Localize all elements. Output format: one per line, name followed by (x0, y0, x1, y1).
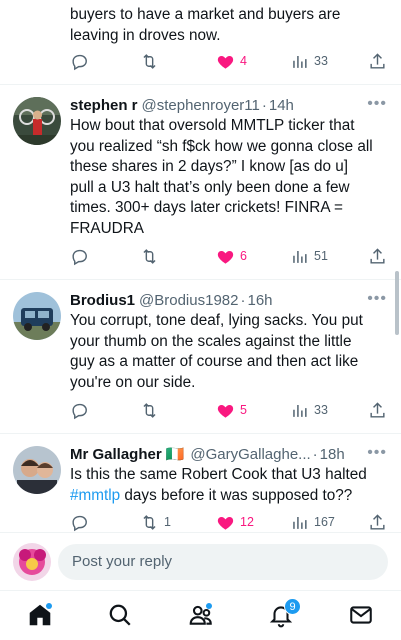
tweet-text-tail: days before it was supposed to?? (120, 486, 353, 504)
more-options-icon[interactable]: ••• (367, 290, 387, 308)
like-button[interactable]: 4 (216, 51, 247, 71)
avatar[interactable] (13, 543, 51, 581)
avatar-image (13, 543, 51, 581)
views-icon (293, 516, 307, 529)
heart-icon (217, 404, 234, 418)
unread-dot (46, 603, 52, 609)
tweet-actions: 6 51 (70, 246, 389, 266)
separator-dot: · (312, 445, 318, 463)
views-button[interactable]: 51 (290, 246, 328, 266)
like-button[interactable]: 12 (216, 512, 254, 532)
tweet-text-main: Is this the same Robert Cook that U3 hal… (70, 466, 367, 483)
timestamp[interactable]: 16h (247, 292, 272, 309)
tweet-actions: 4 33 (70, 51, 389, 71)
reply-icon (72, 54, 87, 70)
tweet-header: stephen r @stephenroyer11 · 14h (70, 95, 387, 115)
tweet-text: You corrupt, tone deaf, lying sacks. You… (70, 312, 363, 391)
reply-icon (72, 403, 87, 419)
reply-icon (72, 515, 87, 531)
share-button[interactable] (368, 246, 387, 266)
share-icon (370, 52, 385, 69)
avatar-image (13, 292, 61, 340)
timestamp[interactable]: 18h (320, 446, 345, 463)
share-icon (370, 513, 385, 530)
retweet-button[interactable]: 1 (140, 512, 171, 532)
tweet-actions: 5 33 (70, 400, 389, 420)
heart-icon (217, 250, 234, 264)
envelope-icon (350, 606, 372, 624)
nav-search[interactable] (107, 602, 133, 628)
heart-icon (217, 516, 234, 530)
avatar[interactable] (13, 97, 61, 145)
reply-button[interactable] (70, 400, 94, 420)
reply-button[interactable] (70, 246, 94, 266)
user-handle[interactable]: @GaryGallaghe... (190, 446, 310, 463)
views-icon (293, 404, 307, 417)
tweet[interactable]: Brodius1 @Brodius1982 · 16h ••• You corr… (0, 280, 401, 434)
avatar[interactable] (13, 446, 61, 494)
views-button[interactable]: 167 (290, 512, 335, 532)
tweet-text: Is this the same Robert Cook that U3 hal… (70, 465, 389, 506)
tweet-text: How bout that oversold MMTLP ticker that… (70, 117, 373, 237)
more-options-icon[interactable]: ••• (367, 444, 387, 462)
share-button[interactable] (368, 400, 387, 420)
reply-composer: Post your reply (0, 532, 401, 590)
share-icon (370, 247, 385, 264)
views-button[interactable]: 33 (290, 400, 328, 420)
views-icon (293, 250, 307, 263)
user-handle[interactable]: @stephenroyer11 (142, 97, 260, 114)
display-name[interactable]: stephen r (70, 97, 138, 114)
avatar-image (13, 97, 61, 145)
tweet-actions: 1 12 167 (70, 512, 389, 532)
reply-button[interactable] (70, 51, 94, 71)
retweet-button[interactable] (140, 400, 164, 420)
tweet-text: buyers to have a market and buyers are l… (70, 6, 341, 44)
views-button[interactable]: 33 (290, 51, 328, 71)
tweet-header: Mr Gallagher 🇮🇪 @GaryGallaghe... · 18h (70, 444, 387, 464)
user-handle[interactable]: @Brodius1982 (139, 292, 238, 309)
retweet-button[interactable] (140, 51, 164, 71)
share-button[interactable] (368, 51, 387, 71)
nav-messages[interactable] (348, 602, 374, 628)
views-icon (293, 55, 307, 68)
retweet-icon (143, 402, 156, 418)
separator-dot: · (240, 291, 246, 309)
like-button[interactable]: 6 (216, 246, 247, 266)
retweet-button[interactable] (140, 246, 164, 266)
notification-badge: 9 (284, 598, 301, 615)
like-button[interactable]: 5 (216, 400, 247, 420)
scrollbar[interactable] (395, 271, 399, 335)
reply-icon (72, 249, 87, 265)
timestamp[interactable]: 14h (269, 97, 294, 114)
reply-button[interactable] (70, 512, 94, 532)
avatar[interactable] (13, 292, 61, 340)
share-icon (370, 401, 385, 418)
share-button[interactable] (368, 512, 387, 532)
tweet[interactable]: buyers to have a market and buyers are l… (0, 0, 401, 85)
heart-icon (217, 55, 234, 69)
retweet-icon (143, 514, 156, 530)
bottom-navigation: 9 (0, 590, 401, 640)
search-icon (109, 604, 131, 626)
tweet[interactable]: Mr Gallagher 🇮🇪 @GaryGallaghe... · 18h •… (0, 434, 401, 534)
more-options-icon[interactable]: ••• (367, 95, 387, 113)
tweet[interactable]: stephen r @stephenroyer11 · 14h ••• How … (0, 85, 401, 280)
flag-ireland-icon: 🇮🇪 (165, 446, 185, 463)
hashtag-link[interactable]: #mmtlp (70, 487, 120, 504)
reply-input[interactable]: Post your reply (58, 544, 388, 580)
display-name[interactable]: Mr Gallagher (70, 446, 162, 463)
display-name[interactable]: Brodius1 (70, 292, 135, 309)
retweet-icon (143, 248, 156, 264)
avatar-image (13, 446, 61, 494)
separator-dot: · (261, 96, 267, 114)
retweet-icon (143, 53, 156, 69)
tweet-header: Brodius1 @Brodius1982 · 16h (70, 290, 387, 310)
unread-dot (206, 603, 212, 609)
